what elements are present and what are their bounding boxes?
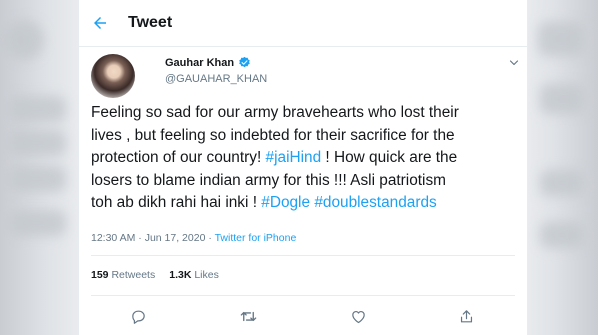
- blurred-shape: [540, 222, 584, 248]
- tweet-meta: 12:30 AM · Jun 17, 2020 · Twitter for iP…: [91, 232, 296, 244]
- back-button[interactable]: [85, 8, 115, 38]
- tweet-timestamp[interactable]: 12:30 AM · Jun 17, 2020: [91, 232, 205, 244]
- more-options-button[interactable]: [507, 56, 521, 70]
- tweet-line: lives , but feeling so indebted for thei…: [91, 126, 455, 144]
- tweet-source-link[interactable]: Twitter for iPhone: [215, 232, 297, 244]
- blurred-shape: [10, 96, 66, 122]
- blurred-shape: [540, 84, 584, 114]
- blurred-shape: [10, 166, 66, 192]
- share-button[interactable]: [455, 305, 477, 327]
- retweet-icon: [240, 311, 256, 321]
- blurred-shape: [10, 130, 66, 156]
- verified-badge-icon: [239, 56, 250, 68]
- tweet-line: ! How quick are the: [321, 149, 458, 166]
- meta-separator: ·: [205, 232, 215, 244]
- author-handle[interactable]: @GAUAHAR_KHAN: [165, 73, 267, 85]
- tweet-line: toh ab dikh rahi hai inki !: [91, 194, 262, 211]
- tweet-line: losers to blame indian army for this !!!…: [91, 171, 446, 189]
- retweets-count: 159: [91, 269, 109, 281]
- hashtag-dogle-link[interactable]: #Dogle: [261, 194, 310, 211]
- share-icon: [460, 309, 472, 322]
- page-title: Tweet: [128, 14, 173, 31]
- tweet-line: Feeling so sad for our army bravehearts …: [91, 104, 459, 121]
- blurred-shape: [10, 210, 66, 236]
- retweets-stat[interactable]: 159 Retweets: [91, 269, 155, 281]
- hashtag-jaihind-link[interactable]: #jaiHind: [266, 149, 322, 166]
- back-arrow-icon: [94, 17, 106, 29]
- background-left: [0, 0, 78, 335]
- tweet-line: protection of our country!: [91, 149, 266, 166]
- reply-icon: [131, 310, 145, 324]
- author-name: Gauhar Khan: [165, 56, 235, 69]
- chevron-down-icon: [509, 60, 519, 66]
- author-name-row[interactable]: Gauhar Khan: [165, 56, 251, 69]
- retweet-button[interactable]: [237, 305, 259, 327]
- tweet-actions: [79, 305, 527, 327]
- tweet-header: Tweet: [79, 0, 527, 47]
- like-icon: [351, 310, 365, 323]
- tweet-card: Tweet Gauhar Khan @GAUAHAR_KHAN Feeling …: [78, 0, 528, 335]
- reply-button[interactable]: [127, 305, 149, 327]
- divider: [91, 255, 515, 256]
- avatar[interactable]: [91, 54, 135, 98]
- blurred-shape: [540, 170, 584, 196]
- hashtag-doublestandards-link[interactable]: #doublestandards: [314, 194, 436, 211]
- retweets-label: Retweets: [111, 269, 156, 281]
- blurred-avatar: [4, 20, 44, 60]
- likes-label: Likes: [194, 269, 219, 281]
- blurred-shape: [538, 22, 584, 56]
- background-right: [526, 0, 598, 335]
- tweet-stats: 159 Retweets 1.3K Likes: [91, 269, 219, 281]
- like-button[interactable]: [347, 305, 369, 327]
- tweet-text: Feeling so sad for our army bravehearts …: [91, 102, 511, 215]
- likes-stat[interactable]: 1.3K Likes: [169, 269, 219, 281]
- likes-count: 1.3K: [169, 269, 192, 281]
- divider: [91, 295, 515, 296]
